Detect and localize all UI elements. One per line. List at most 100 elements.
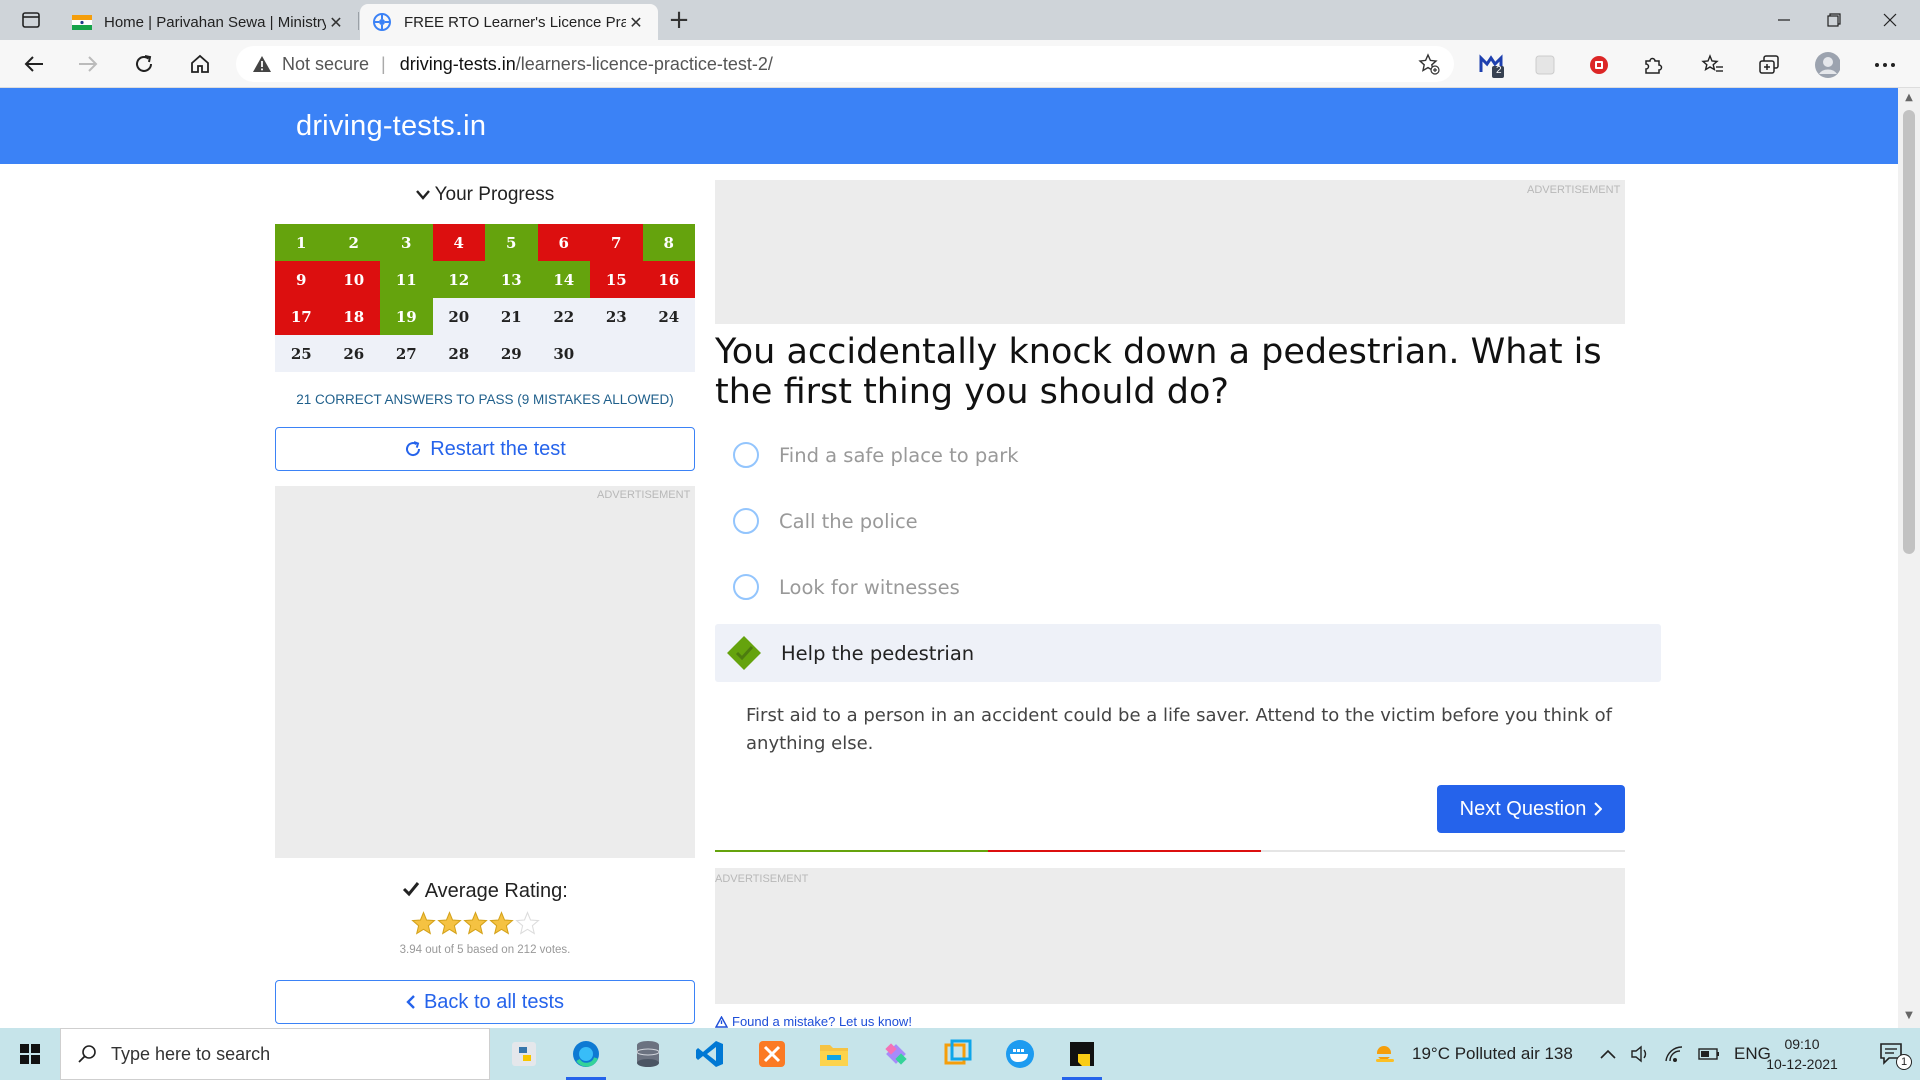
progress-cell[interactable]: 12 (432, 261, 485, 298)
progress-cell[interactable]: 15 (590, 261, 643, 298)
notification-center-icon[interactable]: 1 (1864, 1028, 1920, 1080)
favorites-icon[interactable] (1700, 52, 1726, 78)
progress-cell[interactable]: 9 (275, 261, 328, 298)
progress-cell[interactable]: 5 (485, 224, 538, 261)
battery-icon[interactable] (1698, 1047, 1720, 1061)
minimize-icon[interactable] (1756, 0, 1812, 40)
progress-cell[interactable]: 27 (380, 335, 433, 372)
extension-grey-icon[interactable] (1532, 52, 1558, 78)
ad-top[interactable] (715, 180, 1625, 324)
progress-cell[interactable]: 18 (327, 298, 380, 335)
progress-cell[interactable]: 16 (642, 261, 695, 298)
progress-cell[interactable]: 28 (432, 335, 485, 372)
new-tab-icon[interactable]: + (664, 6, 694, 36)
progress-cell[interactable]: 14 (537, 261, 590, 298)
back-icon[interactable] (16, 48, 52, 80)
vscode-icon[interactable] (682, 1028, 738, 1080)
site-logo[interactable]: driving-tests.in (296, 110, 486, 143)
back-to-tests-button[interactable]: Back to all tests (275, 980, 695, 1024)
scroll-up-icon[interactable]: ▲ (1903, 92, 1915, 106)
report-mistake-link[interactable]: Found a mistake? Let us know! (715, 1014, 912, 1029)
home-icon[interactable] (182, 48, 218, 80)
progress-cell[interactable]: 11 (380, 261, 433, 298)
chevron-up-icon[interactable] (1600, 1049, 1616, 1059)
database-app-icon[interactable] (620, 1028, 676, 1080)
browser-tab-practice-test[interactable]: FREE RTO Learner's Licence Practice Test… (360, 4, 658, 40)
progress-cell[interactable]: 30 (537, 335, 590, 372)
radio-button[interactable] (733, 574, 759, 600)
restore-icon[interactable] (1806, 0, 1862, 40)
answer-option[interactable]: Find a safe place to park (715, 426, 1661, 484)
extension-red-icon[interactable] (1586, 52, 1612, 78)
taskbar-search[interactable]: Type here to search (60, 1028, 490, 1080)
progress-cell[interactable]: 22 (537, 298, 590, 335)
ad-bottom[interactable] (715, 868, 1625, 1004)
progress-cell[interactable]: 10 (327, 261, 380, 298)
radio-button[interactable] (733, 508, 759, 534)
next-question-button[interactable]: Next Question (1437, 785, 1625, 833)
progress-cell[interactable]: 2 (327, 224, 380, 261)
progress-toggle[interactable]: Your Progress (275, 184, 695, 206)
star-icon[interactable] (489, 911, 514, 936)
tab-close-icon[interactable]: ✕ (626, 13, 646, 32)
star-icon[interactable] (515, 911, 540, 936)
warning-icon[interactable] (252, 55, 272, 73)
tab-close-icon[interactable]: ✕ (326, 13, 346, 32)
docker-icon[interactable] (992, 1028, 1048, 1080)
file-explorer-icon[interactable] (806, 1028, 862, 1080)
rating-stars[interactable] (411, 911, 540, 936)
progress-cell[interactable]: 7 (590, 224, 643, 261)
page-scrollbar[interactable]: ▲ ▼ (1898, 88, 1920, 1028)
edge-browser-icon[interactable] (558, 1028, 614, 1080)
star-icon[interactable] (411, 911, 436, 936)
volume-icon[interactable] (1630, 1045, 1650, 1063)
close-window-icon[interactable] (1862, 0, 1918, 40)
tab-actions-icon[interactable] (14, 8, 48, 32)
refresh-icon[interactable] (126, 48, 162, 80)
address-bar[interactable]: Not secure | driving-tests.in /learners-… (236, 46, 1454, 82)
extension-m-icon[interactable]: 2 (1478, 52, 1504, 78)
radio-button[interactable] (733, 442, 759, 468)
scroll-down-icon[interactable]: ▼ (1903, 1010, 1915, 1024)
git-app-icon[interactable] (868, 1028, 924, 1080)
progress-cell[interactable]: 19 (380, 298, 433, 335)
progress-cell[interactable]: 23 (590, 298, 643, 335)
xampp-icon[interactable] (744, 1028, 800, 1080)
progress-cell[interactable]: 21 (485, 298, 538, 335)
weather-widget[interactable]: 19°C Polluted air 138 (1372, 1028, 1573, 1080)
python-app-icon[interactable] (496, 1028, 552, 1080)
progress-cell[interactable]: 25 (275, 335, 328, 372)
wifi-icon[interactable] (1664, 1045, 1684, 1063)
security-status[interactable]: Not secure (282, 54, 369, 75)
star-icon[interactable] (437, 911, 462, 936)
progress-cell[interactable]: 4 (432, 224, 485, 261)
restart-button[interactable]: Restart the test (275, 427, 695, 471)
progress-cell[interactable]: 20 (432, 298, 485, 335)
browser-tab-parivahan[interactable]: Home | Parivahan Sewa | Ministry of Road… (60, 4, 358, 40)
ad-sidebar[interactable] (275, 486, 695, 858)
collections-icon[interactable] (1756, 52, 1782, 78)
taskbar-clock[interactable]: 09:10 10-12-2021 (1760, 1034, 1844, 1074)
scroll-thumb[interactable] (1903, 110, 1915, 554)
progress-cell[interactable]: 3 (380, 224, 433, 261)
windows-app-icon[interactable] (930, 1028, 986, 1080)
answer-option-correct[interactable]: Help the pedestrian (715, 624, 1661, 682)
windows-start-icon[interactable] (0, 1028, 60, 1080)
add-favorite-icon[interactable] (1418, 53, 1440, 80)
progress-cell[interactable]: 26 (327, 335, 380, 372)
progress-cell[interactable]: 17 (275, 298, 328, 335)
forward-icon[interactable] (70, 48, 106, 80)
answer-option[interactable]: Call the police (715, 492, 1661, 550)
answer-option[interactable]: Look for witnesses (715, 558, 1661, 616)
star-icon[interactable] (463, 911, 488, 936)
progress-cell[interactable]: 24 (642, 298, 695, 335)
progress-cell[interactable]: 8 (642, 224, 695, 261)
progress-cell[interactable]: 29 (485, 335, 538, 372)
profile-avatar-icon[interactable] (1814, 52, 1840, 78)
more-options-icon[interactable] (1872, 52, 1898, 78)
progress-cell[interactable]: 1 (275, 224, 328, 261)
extensions-puzzle-icon[interactable] (1640, 52, 1666, 78)
sticky-notes-icon[interactable] (1054, 1028, 1110, 1080)
progress-cell[interactable]: 6 (537, 224, 590, 261)
progress-cell[interactable]: 13 (485, 261, 538, 298)
